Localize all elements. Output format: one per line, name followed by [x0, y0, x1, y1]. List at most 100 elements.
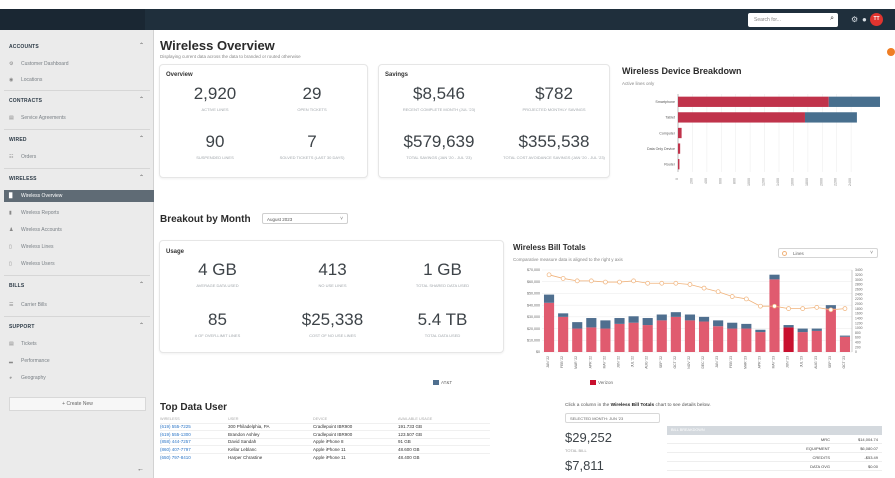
sidebar-item-wireless-lines[interactable]: ▯ Wireless Lines	[9, 244, 149, 254]
bar-att	[586, 318, 597, 328]
line-marker-icon	[782, 251, 787, 256]
average-data-used-metric: 4 GB AVERAGE DATA USED	[196, 260, 239, 289]
sidebar-item-wireless-accounts[interactable]: ♟ Wireless Accounts	[9, 227, 149, 237]
table-row[interactable]: (860) 407-7797 Kellar Leblanc Apple iPhone…	[160, 445, 490, 453]
usage-cell: 91 GB	[398, 437, 490, 446]
bill-totals-title: Wireless Bill Totals	[513, 243, 586, 252]
sidebar-item-locations[interactable]: ◉ Locations	[9, 77, 149, 87]
sidebar-item-tickets[interactable]: ▤ Tickets	[9, 341, 149, 351]
y2-tick-label: 3000	[855, 278, 863, 282]
suspended-lines-metric: 90 SUSPENDED LINES	[196, 132, 234, 161]
performance-icon: ▂	[9, 358, 13, 364]
chart-icon: ▉	[9, 193, 13, 199]
y2-tick-label: 2800	[855, 283, 863, 287]
wireless-number-link[interactable]: (860) 407-7797	[160, 445, 228, 453]
sidebar-item-service-agreements[interactable]: ▤ Service Agreements	[9, 115, 149, 125]
x-tick-label: 1000	[747, 178, 751, 186]
month-select[interactable]: August 2023 ˅	[262, 213, 348, 224]
over-limit-lines-metric: 85 # OF OVER-LIMIT LINES	[194, 310, 241, 339]
bill-totals-chart[interactable]: $0 $10,000 $20,000 $30,000 $40,000 $50,000 $60…	[510, 262, 890, 374]
sidebar-item-wireless-users[interactable]: ▯ Wireless Users	[9, 261, 149, 271]
column-header[interactable]: DEVICE	[313, 416, 398, 423]
sidebar-section-contracts[interactable]: CONTRACTS	[9, 98, 42, 104]
sidebar-item-wireless-reports[interactable]: ▮ Wireless Reports	[9, 210, 149, 220]
x-tick-label: 2200	[834, 178, 838, 186]
active-lines-metric: 2,920 ACTIVE LINES	[193, 84, 237, 113]
column-header[interactable]: WIRELESS	[160, 416, 228, 423]
sidebar-section-wired[interactable]: WIRED	[9, 137, 27, 143]
column-header[interactable]: USER	[228, 416, 313, 423]
line-point	[574, 278, 580, 284]
bar-att	[755, 329, 766, 333]
line-point	[772, 303, 777, 309]
chevron-up-icon[interactable]: ⌃	[139, 174, 144, 181]
divider	[4, 168, 150, 169]
divider	[4, 90, 150, 91]
bar-att	[783, 325, 794, 328]
user-cell: Harper Chrastine	[228, 452, 313, 461]
search-icon[interactable]: ⌕	[830, 15, 834, 23]
table-row[interactable]: (650) 797-8410 Harper Chrastine Apple iPho…	[160, 452, 490, 461]
sidebar-item-carrier-bills[interactable]: ☰ Carrier Bills	[9, 302, 149, 312]
create-new-button[interactable]: + Create New	[9, 397, 146, 411]
top-data-user-title: Top Data User	[160, 402, 228, 413]
chevron-up-icon[interactable]: ⌃	[139, 281, 144, 288]
wireless-number-link[interactable]: (619) 555-7225	[160, 422, 228, 431]
notifications-icon[interactable]: ●	[862, 15, 867, 24]
user-cell: David Sandah	[228, 437, 313, 446]
sidebar-section-bills[interactable]: BILLS	[9, 283, 24, 289]
sidebar-section-wireless[interactable]: WIRELESS	[9, 176, 37, 182]
chevron-up-icon[interactable]: ⌃	[139, 322, 144, 329]
x-tick-label: 2000	[819, 178, 823, 186]
shared-data-used-metric: 1 GB TOTAL SHARED DATA USED	[415, 260, 470, 289]
help-badge-icon[interactable]	[887, 48, 895, 56]
y-category-label: Tablet	[665, 116, 675, 120]
globe-icon: ◕	[9, 375, 13, 381]
y2-tick-label: 2000	[855, 302, 863, 306]
wireless-number-link[interactable]: (858) 444-7257	[160, 437, 228, 446]
legend-verizon[interactable]: Verizon	[590, 380, 613, 386]
legend-att[interactable]: AT&T	[433, 380, 452, 386]
y2-tick-label: 200	[855, 345, 861, 349]
avatar[interactable]: TT	[870, 13, 883, 26]
bar-verizon	[698, 321, 710, 352]
column-header[interactable]: AVAILABLE USAGE	[398, 416, 490, 423]
bar-att	[656, 314, 667, 321]
bill-breakdown-row: DATA OVG $0.00	[667, 462, 882, 471]
line-point	[687, 282, 693, 287]
bar-att	[811, 328, 822, 331]
sidebar-item-wireless-overview[interactable]: ▉ Wireless Overview	[4, 190, 154, 202]
chevron-up-icon[interactable]: ⌃	[139, 96, 144, 103]
divider	[4, 275, 150, 276]
sidebar-section-accounts[interactable]: ACCOUNTS	[9, 44, 39, 50]
table-row[interactable]: (619) 555-7225 300 Philadelphia, PA Cradle…	[160, 422, 490, 431]
sidebar-item-orders[interactable]: ☷ Orders	[9, 154, 149, 164]
arrow-left-icon[interactable]: ←	[137, 466, 144, 473]
sidebar-item-geography[interactable]: ◕ Geography	[9, 375, 149, 385]
sidebar-item-customer-dashboard[interactable]: ⚙ Customer Dashboard	[9, 61, 149, 71]
wireless-number-link[interactable]: (650) 797-8410	[160, 452, 228, 461]
sidebar-section-support[interactable]: SUPPORT	[9, 324, 35, 330]
x-tick-label: OCT '23	[842, 356, 846, 369]
user-cell: Kellar Leblanc	[228, 445, 313, 453]
chevron-up-icon[interactable]: ⌃	[139, 135, 144, 142]
device-breakdown-subtitle: Active lines only	[622, 81, 655, 86]
bar-verizon	[656, 320, 667, 352]
usage-cell: 123.507 GB	[398, 430, 490, 438]
table-row[interactable]: (619) 555-1300 Brandon Ashley Cradlepoint …	[160, 430, 490, 438]
user-cell: 300 Philadelphia, PA	[228, 422, 313, 431]
bar-att	[769, 274, 780, 280]
search-input[interactable]: Search for... ⌕	[748, 13, 838, 27]
y2-tick-label: 1800	[855, 307, 863, 311]
table-row[interactable]: (858) 444-7257 David Sandah Apple iPhone 8…	[160, 437, 490, 446]
settings-icon[interactable]: ⚙	[851, 15, 858, 24]
line-metric-select[interactable]: Lines ˅	[778, 248, 878, 258]
wireless-number-link[interactable]: (619) 555-1300	[160, 430, 228, 438]
chevron-up-icon[interactable]: ⌃	[139, 42, 144, 49]
y2-tick-label: 2400	[855, 292, 863, 296]
bar-active	[678, 112, 805, 123]
bar-verizon	[684, 320, 696, 352]
bar-att	[684, 314, 696, 321]
sidebar-item-performance[interactable]: ▂ Performance	[9, 358, 149, 368]
page-title: Wireless Overview	[160, 38, 275, 53]
